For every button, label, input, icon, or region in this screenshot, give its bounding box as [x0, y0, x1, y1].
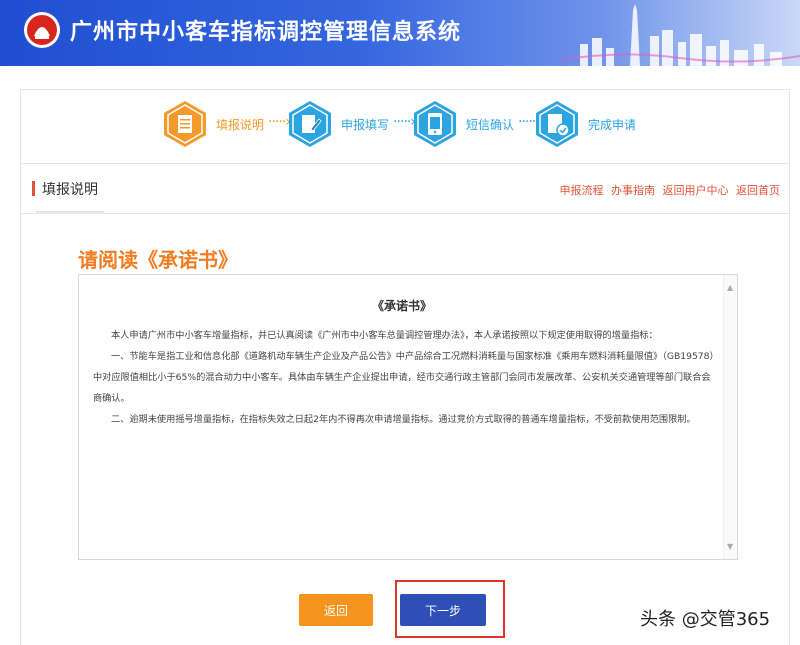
watermark: 头条 @交管365 — [640, 609, 771, 630]
pledge-paragraph: 一、节能车是指工业和信息化部《道路机动车辆生产企业及产品公告》中产品综合工况燃料… — [93, 351, 715, 404]
scroll-down-icon[interactable]: ▼ — [727, 542, 733, 551]
step-label: 完成申请 — [588, 118, 637, 132]
link-user-center[interactable]: 返回用户中心 — [663, 184, 729, 197]
phone-icon — [414, 101, 456, 147]
link-home[interactable]: 返回首页 — [736, 184, 780, 197]
pledge-paragraph: 本人申请广州市中小客车增量指标，并已认真阅读《广州市中小客车总量调控管理办法》，… — [111, 330, 658, 341]
pledge-body: 本人申请广州市中小客车增量指标，并已认真阅读《广州市中小客车总量调控管理办法》，… — [93, 325, 717, 430]
scrollbar[interactable]: ▲ ▼ — [723, 275, 737, 559]
link-service-guide[interactable]: 办事指南 — [611, 184, 655, 197]
pledge-textbox[interactable]: 《承诺书》 本人申请广州市中小客车增量指标，并已认真阅读《广州市中小客车总量调控… — [78, 274, 738, 560]
step-label: 申报填写 — [341, 118, 390, 132]
city-skyline-icon — [560, 4, 800, 66]
document-icon — [164, 101, 206, 147]
highlight-box — [395, 580, 505, 638]
emblem-logo-icon — [24, 12, 60, 48]
link-apply-process[interactable]: 申报流程 — [560, 184, 604, 197]
progress-steps: 填报说明 ·····› 申报填写 ·····› 短信确认 ·····› 完成申请 — [20, 89, 790, 164]
system-title: 广州市中小客车指标调控管理信息系统 — [70, 20, 462, 45]
back-button[interactable]: 返回 — [299, 594, 373, 626]
read-pledge-title: 请阅读《承诺书》 — [78, 248, 238, 272]
pledge-heading: 《承诺书》 — [371, 299, 432, 313]
quick-links: 申报流程 办事指南 返回用户中心 返回首页 — [556, 182, 781, 198]
section-header: 填报说明 申报流程 办事指南 返回用户中心 返回首页 — [20, 164, 790, 214]
edit-icon — [289, 101, 331, 147]
section-underline — [36, 211, 104, 213]
pledge-paragraph: 二、逾期未使用摇号增量指标，在指标失效之日起2年内不得再次申请增量指标。通过竞价… — [111, 414, 696, 425]
section-title: 填报说明 — [32, 179, 98, 199]
step-label: 短信确认 — [466, 118, 515, 132]
step-label: 填报说明 — [216, 118, 265, 132]
scroll-up-icon[interactable]: ▲ — [727, 283, 733, 292]
check-document-icon — [536, 101, 578, 147]
app-header: 广州市中小客车指标调控管理信息系统 — [0, 0, 800, 66]
